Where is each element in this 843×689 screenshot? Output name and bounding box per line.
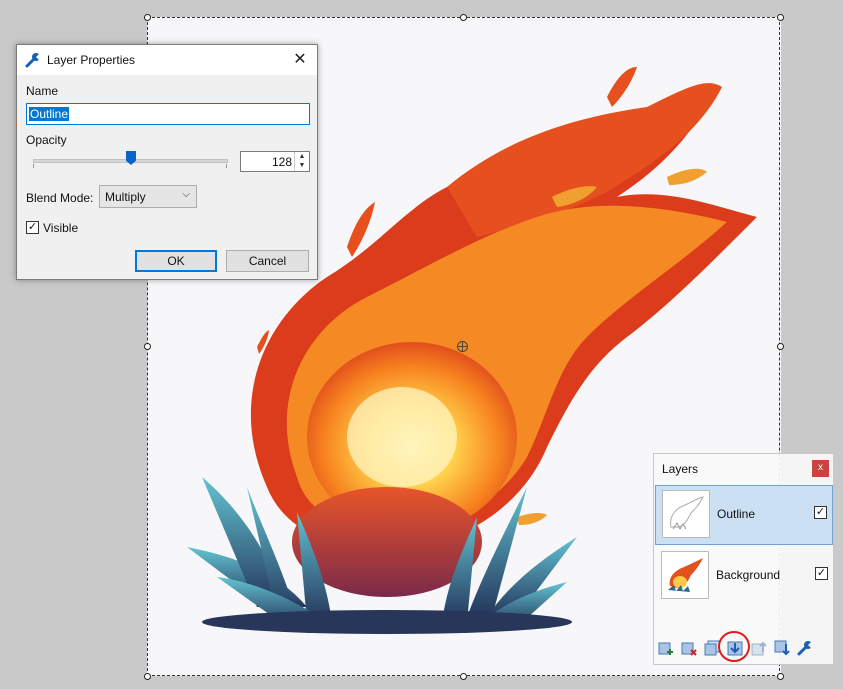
move-handle-icon[interactable] (457, 341, 468, 352)
layers-panel: Layers x Outline ✓ Background ✓ (653, 453, 834, 665)
spin-down-icon[interactable]: ▼ (295, 161, 309, 170)
layer-name-value: Outline (29, 107, 70, 121)
spin-up-icon[interactable]: ▲ (295, 152, 309, 161)
duplicate-layer-icon[interactable] (704, 640, 720, 656)
layers-toolbar (654, 638, 833, 660)
close-icon[interactable]: ✕ (283, 45, 317, 75)
visible-checkbox[interactable]: ✓ (26, 221, 39, 234)
layer-name-input[interactable]: Outline (26, 103, 310, 125)
blend-mode-select[interactable]: Multiply ⌵ (99, 185, 197, 208)
add-layer-icon[interactable] (658, 640, 674, 656)
move-layer-up-icon[interactable] (751, 640, 767, 656)
dialog-title: Layer Properties (47, 53, 136, 67)
delete-layer-icon[interactable] (681, 640, 697, 656)
slider-tick (33, 164, 34, 168)
spin-arrows[interactable]: ▲ ▼ (294, 152, 309, 171)
wrench-icon (25, 53, 41, 68)
resize-handle-bottom-right[interactable] (777, 673, 784, 680)
resize-handle-bottom-left[interactable] (144, 673, 151, 680)
layer-name: Background (716, 568, 781, 582)
ok-button[interactable]: OK (135, 250, 217, 272)
dialog-titlebar[interactable]: Layer Properties ✕ (17, 45, 317, 75)
layer-properties-icon[interactable] (797, 640, 813, 656)
layer-visibility-checkbox[interactable]: ✓ (815, 567, 828, 580)
resize-handle-top-left[interactable] (144, 14, 151, 21)
layer-visibility-checkbox[interactable]: ✓ (814, 506, 827, 519)
chevron-down-icon: ⌵ (182, 189, 190, 200)
layers-panel-title: Layers (662, 462, 699, 476)
close-icon[interactable]: x (812, 460, 829, 477)
resize-handle-right[interactable] (777, 343, 784, 350)
resize-handle-left[interactable] (144, 343, 151, 350)
opacity-label: Opacity (26, 133, 67, 147)
move-layer-down-icon[interactable] (774, 640, 790, 656)
opacity-spinbox[interactable]: 128 ▲ ▼ (240, 151, 310, 172)
resize-handle-top-right[interactable] (777, 14, 784, 21)
slider-tick (226, 164, 227, 168)
visible-label: Visible (43, 221, 79, 235)
name-label: Name (26, 84, 59, 98)
layer-name: Outline (717, 507, 756, 521)
opacity-value: 128 (271, 155, 292, 169)
resize-handle-bottom[interactable] (460, 673, 467, 680)
layer-thumbnail (661, 551, 709, 599)
layer-row-background[interactable]: Background ✓ (655, 547, 833, 607)
layer-properties-dialog: Layer Properties ✕ Name Outline Opacity … (16, 44, 318, 280)
blend-mode-label: Blend Mode: (26, 191, 94, 205)
merge-layer-down-icon[interactable] (727, 640, 743, 656)
cancel-button[interactable]: Cancel (226, 250, 309, 272)
blend-mode-value: Multiply (105, 190, 146, 204)
layer-row-outline[interactable]: Outline ✓ (655, 485, 833, 545)
resize-handle-top[interactable] (460, 14, 467, 21)
layer-thumbnail (662, 490, 710, 538)
